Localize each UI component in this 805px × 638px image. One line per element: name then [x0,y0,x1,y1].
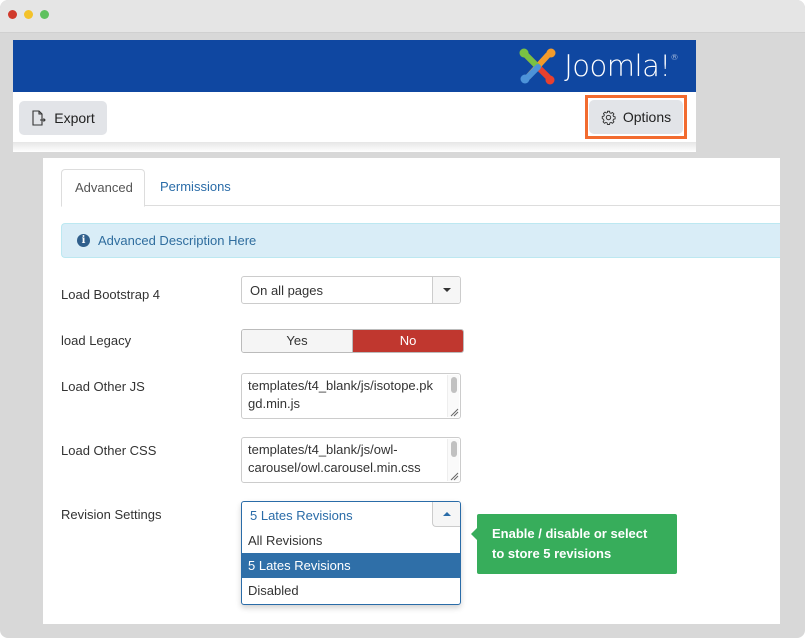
load-other-css-line-2: carousel/owl.carousel.min.css [248,460,421,475]
options-button[interactable]: Options [589,100,683,134]
export-label: Export [54,110,95,126]
joomla-logo[interactable]: Joomla!® [518,48,678,85]
tooltip-line-1: Enable / disable or select [492,526,648,541]
tab-advanced[interactable]: Advanced [61,169,145,207]
dropdown-toggle[interactable] [432,277,460,303]
load-other-js-line-1: templates/t4_blank/js/isotope.pk [248,378,433,393]
admin-header: Joomla!® [13,40,696,92]
info-alert: i Advanced Description Here [61,223,780,258]
toolbar: Export Options [13,92,696,142]
gear-icon [601,110,616,125]
chevron-down-icon [442,288,451,292]
load-other-js-label: Load Other JS [61,379,145,394]
load-bootstrap-label: Load Bootstrap 4 [61,287,161,302]
tooltip-line-2: to store 5 revisions [492,546,612,561]
revision-settings-label: Revision Settings [61,507,162,522]
resize-grip-icon[interactable] [449,471,459,481]
load-legacy-no[interactable]: No [353,330,463,352]
load-legacy-toggle: Yes No [241,329,464,353]
joomla-logo-icon [519,48,556,85]
scroll-thumb[interactable] [451,377,457,393]
load-other-css-label: Load Other CSS [61,443,157,458]
load-bootstrap-value: On all pages [250,283,323,298]
tab-permissions[interactable]: Permissions [147,169,244,206]
load-legacy-label: load Legacy [61,333,132,348]
close-window-button[interactable] [8,10,17,19]
revision-option-disabled[interactable]: Disabled [242,578,460,603]
load-other-css-line-1: templates/t4_blank/js/owl- [248,442,398,457]
export-button[interactable]: Export [19,101,107,135]
load-other-js-line-2: gd.min.js [248,396,301,411]
revision-tooltip: Enable / disable or select to store 5 re… [471,514,677,574]
resize-grip-icon[interactable] [449,407,459,417]
maximize-window-button[interactable] [40,10,49,19]
minimize-window-button[interactable] [24,10,33,19]
toolbar-divider [13,142,696,152]
load-other-js-textarea[interactable]: templates/t4_blank/js/isotope.pk gd.min.… [241,373,461,419]
admin-panel: Joomla!® Export Options [13,40,696,152]
export-icon [32,109,47,126]
revision-option-5-latest[interactable]: 5 Lates Revisions [242,553,460,578]
revision-settings-select[interactable]: 5 Lates Revisions All Revisions 5 Lates … [241,501,461,605]
load-legacy-yes[interactable]: Yes [242,330,353,352]
dropdown-toggle[interactable] [432,502,460,527]
chevron-up-icon [442,512,451,516]
logo-text: Joomla!® [564,49,678,83]
revision-settings-current[interactable]: 5 Lates Revisions [242,502,460,528]
window-titlebar [0,0,805,33]
revision-settings-value: 5 Lates Revisions [250,508,353,523]
load-other-css-textarea[interactable]: templates/t4_blank/js/owl- carousel/owl.… [241,437,461,483]
revision-option-all[interactable]: All Revisions [242,528,460,553]
alert-text: Advanced Description Here [98,233,257,248]
info-icon: i [77,234,90,247]
options-label: Options [622,109,672,125]
load-bootstrap-select[interactable]: On all pages [241,276,461,304]
browser-window: Joomla!® Export Options Advanced Permiss… [0,0,805,638]
scroll-thumb[interactable] [451,441,457,457]
tab-bar: Advanced Permissions [61,169,780,207]
options-content-panel: Advanced Permissions i Advanced Descript… [43,158,780,624]
